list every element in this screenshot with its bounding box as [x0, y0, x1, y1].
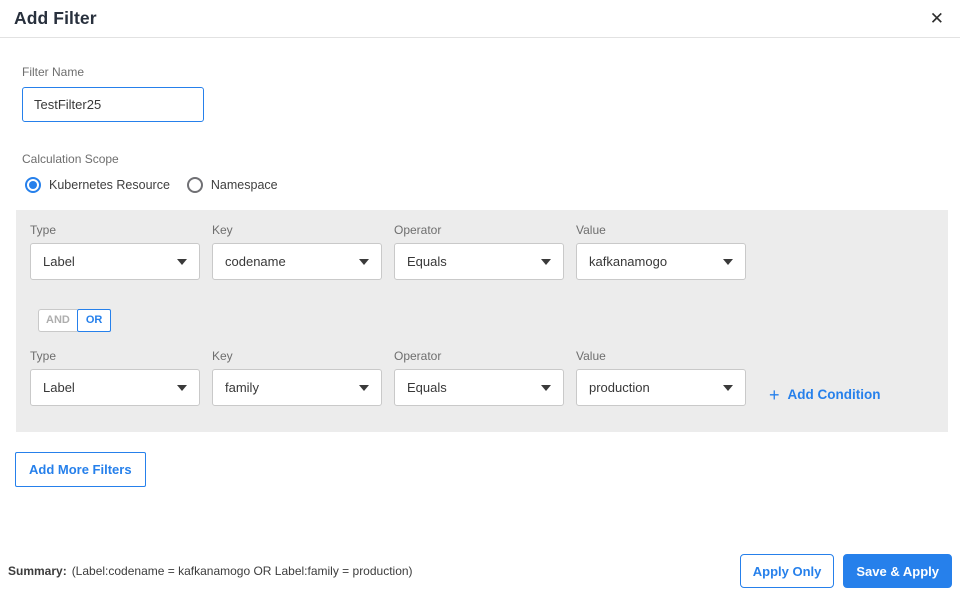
add-condition-label: Add Condition: [787, 387, 881, 403]
chevron-down-icon: [723, 258, 733, 265]
filter-name-label: Filter Name: [22, 65, 85, 79]
radio-namespace-label: Namespace: [210, 178, 278, 192]
chevron-down-icon: [177, 258, 187, 265]
type-dropdown[interactable]: Label: [30, 369, 200, 407]
modal-header: Add Filter ✕: [0, 0, 960, 38]
filter-name-input[interactable]: [22, 87, 204, 122]
radio-selected-icon: [25, 177, 41, 193]
value-label: Value: [576, 223, 606, 237]
add-more-filters-button[interactable]: Add More Filters: [15, 452, 146, 488]
summary-text: (Label:codename = kafkanamogo OR Label:f…: [71, 564, 413, 578]
summary: Summary: (Label:codename = kafkanamogo OR…: [8, 564, 413, 578]
chevron-down-icon: [723, 384, 733, 391]
value-dropdown[interactable]: production: [576, 369, 746, 407]
summary-label: Summary:: [8, 564, 67, 578]
key-dropdown-value: family: [225, 380, 259, 396]
or-button[interactable]: OR: [76, 309, 112, 333]
key-dropdown[interactable]: codename: [212, 243, 382, 280]
key-label: Key: [212, 349, 233, 364]
value-label: Value: [576, 349, 606, 364]
type-dropdown-value: Label: [43, 380, 75, 396]
type-dropdown-value: Label: [43, 254, 75, 269]
modal-footer: Summary: (Label:codename = kafkanamogo OR…: [8, 554, 952, 588]
calculation-scope-options: Kubernetes Resource Namespace: [25, 177, 960, 193]
conditions-panel: Type Label Key codename Operator Equals: [16, 210, 948, 433]
radio-unselected-icon: [186, 177, 203, 193]
chevron-down-icon: [541, 384, 551, 391]
operator-dropdown[interactable]: Equals: [394, 243, 564, 280]
close-icon[interactable]: ✕: [926, 6, 948, 31]
add-condition-button[interactable]: + Add Condition: [769, 376, 881, 413]
calculation-scope-label: Calculation Scope: [22, 152, 119, 166]
save-apply-button[interactable]: Save & Apply: [843, 554, 952, 588]
apply-only-button[interactable]: Apply Only: [739, 554, 835, 588]
type-label: Type: [30, 349, 57, 364]
chevron-down-icon: [359, 384, 369, 391]
chevron-down-icon: [177, 384, 187, 391]
chevron-down-icon: [359, 258, 369, 265]
key-dropdown[interactable]: family: [212, 369, 382, 407]
and-button[interactable]: AND: [38, 309, 77, 333]
condition-row-2: Type Label Key family Operator Equals Va…: [30, 349, 934, 413]
condition-row-1: Type Label Key codename Operator Equals: [30, 223, 934, 280]
operator-dropdown-value: Equals: [407, 254, 447, 269]
type-label: Type: [30, 223, 57, 237]
operator-dropdown-value: Equals: [407, 380, 447, 396]
radio-namespace[interactable]: Namespace: [186, 177, 278, 193]
value-dropdown-value: kafkanamogo: [589, 254, 668, 269]
operator-label: Operator: [394, 223, 442, 237]
operator-dropdown[interactable]: Equals: [394, 369, 564, 407]
footer-buttons: Apply Only Save & Apply: [739, 554, 952, 588]
radio-kubernetes-resource-label: Kubernetes Resource: [49, 178, 170, 192]
logic-toggle: AND OR: [38, 309, 934, 333]
value-dropdown-value: production: [589, 380, 650, 396]
plus-icon: +: [769, 384, 780, 405]
add-filter-modal: Add Filter ✕ Filter Name Calculation Sco…: [0, 0, 960, 588]
type-dropdown[interactable]: Label: [30, 243, 200, 280]
radio-kubernetes-resource[interactable]: Kubernetes Resource: [25, 177, 170, 193]
chevron-down-icon: [541, 258, 551, 265]
operator-label: Operator: [394, 349, 442, 364]
key-dropdown-value: codename: [225, 254, 286, 269]
value-dropdown[interactable]: kafkanamogo: [576, 243, 746, 280]
key-label: Key: [212, 223, 233, 237]
page-title: Add Filter: [14, 8, 97, 28]
